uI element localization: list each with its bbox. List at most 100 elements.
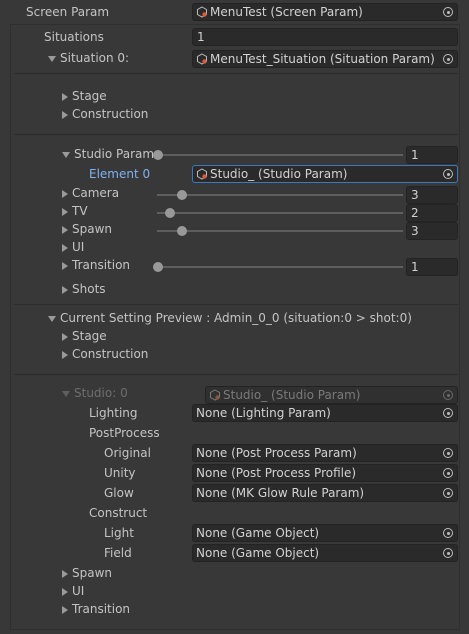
- transition-slider-track[interactable]: [157, 266, 403, 268]
- stage-label: Stage: [72, 89, 107, 103]
- tv-count-field[interactable]: 2: [406, 204, 458, 222]
- preview-foldout[interactable]: Current Setting Preview : Admin_0_0 (sit…: [48, 308, 412, 328]
- light-field[interactable]: None (Game Object): [192, 524, 458, 542]
- tv-foldout[interactable]: TV: [62, 201, 88, 221]
- lighting-label: Lighting: [89, 406, 138, 420]
- light-value: None (Game Object): [196, 526, 320, 540]
- studio-0-field: Studio_ (Studio Param): [205, 386, 458, 404]
- divider: [14, 374, 458, 375]
- chevron-down-icon: [48, 315, 56, 322]
- studio-param-foldout[interactable]: Studio Param: [62, 144, 154, 164]
- studio-0-label: Studio: 0: [74, 386, 128, 400]
- glow-field[interactable]: None (MK Glow Rule Param): [192, 484, 458, 502]
- screen-param-value: MenuTest (Screen Param): [210, 5, 363, 19]
- glow-value: None (MK Glow Rule Param): [196, 486, 365, 500]
- preview-construction-label: Construction: [72, 347, 149, 361]
- divider: [14, 134, 458, 135]
- transition-foldout[interactable]: Transition: [62, 255, 130, 275]
- chevron-right-icon: [62, 285, 68, 294]
- lighting-value: None (Lighting Param): [196, 406, 331, 420]
- situation-0-foldout[interactable]: Situation 0:: [48, 48, 129, 68]
- chevron-down-icon: [62, 390, 70, 397]
- screen-param-field[interactable]: MenuTest (Screen Param): [192, 3, 458, 21]
- element-0-value: Studio_ (Studio Param): [210, 167, 348, 181]
- object-picker-icon[interactable]: [443, 408, 453, 418]
- studio-0-value: Studio_ (Studio Param): [223, 388, 361, 402]
- studio-param-slider-handle[interactable]: [153, 150, 163, 160]
- camera-slider-handle[interactable]: [177, 190, 187, 200]
- camera-foldout[interactable]: Camera: [62, 183, 119, 203]
- ui-foldout[interactable]: UI: [62, 237, 84, 257]
- object-picker-icon[interactable]: [443, 448, 453, 458]
- field-value: None (Game Object): [196, 546, 320, 560]
- preview-construction-foldout[interactable]: Construction: [62, 344, 148, 364]
- chevron-right-icon: [62, 350, 68, 359]
- shots-foldout[interactable]: Shots: [62, 279, 106, 299]
- tv-slider-track[interactable]: [157, 212, 403, 214]
- object-picker-icon[interactable]: [443, 468, 453, 478]
- construction-label: Construction: [72, 107, 149, 121]
- object-picker-icon[interactable]: [443, 548, 453, 558]
- preview-ui-foldout[interactable]: UI: [62, 581, 84, 601]
- object-picker-icon[interactable]: [443, 169, 453, 179]
- glow-label: Glow: [104, 486, 134, 500]
- preview-transition-foldout[interactable]: Transition: [62, 599, 130, 619]
- studio-param-count-field[interactable]: 1: [406, 146, 458, 164]
- construction-foldout[interactable]: Construction: [62, 104, 148, 124]
- field-label: Field: [104, 546, 132, 560]
- object-picker-icon[interactable]: [443, 7, 453, 17]
- chevron-down-icon: [62, 151, 70, 158]
- situations-label: Situations: [44, 30, 104, 44]
- studio-0-foldout[interactable]: Studio: 0: [62, 383, 128, 403]
- spawn-slider-handle[interactable]: [177, 226, 187, 236]
- chevron-right-icon: [62, 110, 68, 119]
- spawn-label: Spawn: [72, 222, 113, 236]
- field-field[interactable]: None (Game Object): [192, 544, 458, 562]
- original-field[interactable]: None (Post Process Param): [192, 444, 458, 462]
- divider: [14, 304, 458, 305]
- object-picker-icon[interactable]: [443, 488, 453, 498]
- preview-ui-label: UI: [72, 584, 85, 598]
- unity-label: Unity: [104, 466, 136, 480]
- preview-spawn-label: Spawn: [72, 566, 113, 580]
- transition-slider-handle[interactable]: [153, 262, 163, 272]
- studio-param-slider-track[interactable]: [157, 154, 403, 156]
- unity-field[interactable]: None (Post Process Profile): [192, 464, 458, 482]
- camera-count-field[interactable]: 3: [406, 186, 458, 204]
- preview-transition-label: Transition: [72, 602, 131, 616]
- chevron-right-icon: [62, 569, 68, 578]
- original-label: Original: [104, 446, 151, 460]
- scriptable-object-icon: [209, 389, 221, 401]
- object-picker-icon: [443, 390, 453, 400]
- tv-label: TV: [72, 204, 88, 218]
- spawn-count-field[interactable]: 3: [406, 222, 458, 240]
- scriptable-object-icon: [196, 53, 208, 65]
- stage-foldout[interactable]: Stage: [62, 86, 107, 106]
- tv-slider-handle[interactable]: [165, 208, 175, 218]
- chevron-down-icon: [48, 55, 56, 62]
- camera-label: Camera: [72, 186, 120, 200]
- scriptable-object-icon: [196, 6, 208, 18]
- chevron-right-icon: [62, 587, 68, 596]
- construct-label: Construct: [89, 506, 148, 520]
- spawn-foldout[interactable]: Spawn: [62, 219, 112, 239]
- chevron-right-icon: [62, 189, 68, 198]
- object-picker-icon[interactable]: [443, 528, 453, 538]
- transition-count-field[interactable]: 1: [406, 258, 458, 276]
- chevron-right-icon: [62, 261, 68, 270]
- situation-0-field[interactable]: MenuTest_Situation (Situation Param): [192, 50, 458, 68]
- situation-0-label: Situation 0:: [60, 51, 130, 65]
- element-0-field[interactable]: Studio_ (Studio Param): [192, 165, 458, 183]
- lighting-field[interactable]: None (Lighting Param): [192, 404, 458, 422]
- spawn-slider-track[interactable]: [157, 230, 403, 232]
- preview-label: Current Setting Preview : Admin_0_0 (sit…: [60, 311, 412, 325]
- preview-stage-foldout[interactable]: Stage: [62, 326, 107, 346]
- object-picker-icon[interactable]: [443, 54, 453, 64]
- preview-stage-label: Stage: [72, 329, 107, 343]
- postprocess-label: PostProcess: [89, 426, 160, 440]
- preview-spawn-foldout[interactable]: Spawn: [62, 563, 112, 583]
- divider: [14, 73, 458, 74]
- original-value: None (Post Process Param): [196, 446, 357, 460]
- situations-count-field[interactable]: 1: [192, 28, 458, 46]
- camera-slider-track[interactable]: [157, 194, 403, 196]
